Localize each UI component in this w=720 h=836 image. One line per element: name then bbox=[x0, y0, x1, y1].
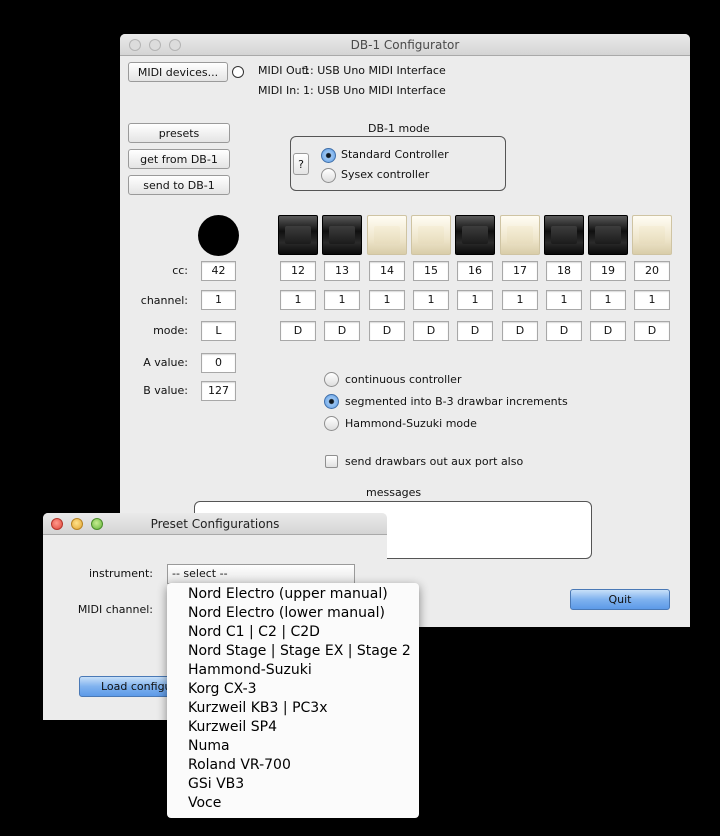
drawbar-2-channel-field[interactable]: 1 bbox=[324, 290, 360, 310]
midi-devices-button[interactable]: MIDI devices... bbox=[128, 62, 228, 82]
midi-status-indicator bbox=[232, 66, 244, 78]
drawbar-8[interactable] bbox=[588, 215, 628, 255]
standard-controller-label: Standard Controller bbox=[341, 148, 449, 161]
window-title: DB-1 Configurator bbox=[350, 38, 460, 52]
drawbar-3-mode-field[interactable]: D bbox=[369, 321, 405, 341]
dropdown-item[interactable]: Hammond-Suzuki bbox=[188, 661, 312, 680]
dropdown-item[interactable]: Voce bbox=[188, 794, 221, 813]
dropdown-item[interactable]: Kurzweil SP4 bbox=[188, 718, 277, 737]
aux-port-label: send drawbars out aux port also bbox=[345, 455, 524, 468]
preset-window-titlebar[interactable]: Preset Configurations bbox=[43, 513, 387, 535]
midi-out-label: MIDI Out: bbox=[258, 64, 310, 77]
drawbar-8-mode-field[interactable]: D bbox=[590, 321, 626, 341]
dropdown-item[interactable]: Nord C1 | C2 | C2D bbox=[188, 623, 320, 642]
b-value-label: B value: bbox=[143, 384, 188, 397]
segmented-drawbar-label: segmented into B-3 drawbar increments bbox=[345, 395, 568, 408]
a-value-field[interactable]: 0 bbox=[201, 353, 236, 373]
minimize-icon[interactable] bbox=[71, 518, 83, 530]
get-from-db1-button[interactable]: get from DB-1 bbox=[128, 149, 230, 169]
drawbar-5[interactable] bbox=[455, 215, 495, 255]
a-value-label: A value: bbox=[143, 356, 188, 369]
midi-in-label: MIDI In: bbox=[258, 84, 300, 97]
midi-out-value: 1: USB Uno MIDI Interface bbox=[303, 64, 446, 77]
drawbar-9[interactable] bbox=[632, 215, 672, 255]
standard-controller-radio[interactable] bbox=[321, 148, 336, 163]
hammond-suzuki-radio[interactable] bbox=[324, 416, 339, 431]
presets-button[interactable]: presets bbox=[128, 123, 230, 143]
master-cc-field[interactable]: 42 bbox=[201, 261, 236, 281]
continuous-controller-label: continuous controller bbox=[345, 373, 462, 386]
close-icon[interactable] bbox=[51, 518, 63, 530]
drawbar-1[interactable] bbox=[278, 215, 318, 255]
db1-mode-group: ? Standard Controller Sysex controller bbox=[290, 136, 506, 191]
drawbar-6-channel-field[interactable]: 1 bbox=[502, 290, 538, 310]
sysex-controller-label: Sysex controller bbox=[341, 168, 430, 181]
zoom-icon[interactable] bbox=[169, 39, 181, 51]
drawbar-8-channel-field[interactable]: 1 bbox=[590, 290, 626, 310]
drawbar-5-cc-field[interactable]: 16 bbox=[457, 261, 493, 281]
master-mode-field[interactable]: L bbox=[201, 321, 236, 341]
drawbar-7[interactable] bbox=[544, 215, 584, 255]
drawbar-6-mode-field[interactable]: D bbox=[502, 321, 538, 341]
minimize-icon[interactable] bbox=[149, 39, 161, 51]
drawbar-5-channel-field[interactable]: 1 bbox=[457, 290, 493, 310]
drawbar-7-cc-field[interactable]: 18 bbox=[546, 261, 582, 281]
db1-mode-title: DB-1 mode bbox=[368, 122, 430, 135]
drawbar-1-channel-field[interactable]: 1 bbox=[280, 290, 316, 310]
drawbar-4-channel-field[interactable]: 1 bbox=[413, 290, 449, 310]
instrument-dropdown-menu: Nord Electro (upper manual) Nord Electro … bbox=[167, 583, 419, 818]
drawbar-1-cc-field[interactable]: 12 bbox=[280, 261, 316, 281]
drawbar-8-cc-field[interactable]: 19 bbox=[590, 261, 626, 281]
drawbar-4-cc-field[interactable]: 15 bbox=[413, 261, 449, 281]
dropdown-item[interactable]: Roland VR-700 bbox=[188, 756, 291, 775]
drawbar-9-channel-field[interactable]: 1 bbox=[634, 290, 670, 310]
drawbar-7-mode-field[interactable]: D bbox=[546, 321, 582, 341]
help-button[interactable]: ? bbox=[293, 153, 309, 175]
instrument-select[interactable]: -- select -- bbox=[167, 564, 355, 584]
window-title: Preset Configurations bbox=[150, 517, 280, 531]
drawbar-4-mode-field[interactable]: D bbox=[413, 321, 449, 341]
drawbar-6[interactable] bbox=[500, 215, 540, 255]
drawbar-3-cc-field[interactable]: 14 bbox=[369, 261, 405, 281]
channel-label: channel: bbox=[140, 294, 188, 307]
midi-channel-label: MIDI channel: bbox=[77, 603, 153, 616]
drawbar-5-mode-field[interactable]: D bbox=[457, 321, 493, 341]
midi-in-value: 1: USB Uno MIDI Interface bbox=[303, 84, 446, 97]
drawbar-3[interactable] bbox=[367, 215, 407, 255]
instrument-label: instrument: bbox=[88, 567, 153, 580]
drawbar-1-mode-field[interactable]: D bbox=[280, 321, 316, 341]
drawbar-2-cc-field[interactable]: 13 bbox=[324, 261, 360, 281]
main-window-titlebar[interactable]: DB-1 Configurator bbox=[120, 34, 690, 56]
zoom-icon[interactable] bbox=[91, 518, 103, 530]
drawbar-2-mode-field[interactable]: D bbox=[324, 321, 360, 341]
dropdown-item[interactable]: Nord Electro (upper manual) bbox=[188, 585, 388, 604]
master-control-indicator bbox=[198, 215, 239, 256]
mode-label: mode: bbox=[153, 324, 188, 337]
drawbar-7-channel-field[interactable]: 1 bbox=[546, 290, 582, 310]
quit-button[interactable]: Quit bbox=[570, 589, 670, 610]
dropdown-item[interactable]: Numa bbox=[188, 737, 230, 756]
dropdown-item[interactable]: Nord Electro (lower manual) bbox=[188, 604, 385, 623]
drawbar-9-mode-field[interactable]: D bbox=[634, 321, 670, 341]
dropdown-item[interactable]: Korg CX-3 bbox=[188, 680, 257, 699]
send-to-db1-button[interactable]: send to DB-1 bbox=[128, 175, 230, 195]
segmented-drawbar-radio[interactable] bbox=[324, 394, 339, 409]
b-value-field[interactable]: 127 bbox=[201, 381, 236, 401]
drawbar-6-cc-field[interactable]: 17 bbox=[502, 261, 538, 281]
dropdown-item[interactable]: Nord Stage | Stage EX | Stage 2 bbox=[188, 642, 411, 661]
messages-label: messages bbox=[366, 486, 422, 499]
master-channel-field[interactable]: 1 bbox=[201, 290, 236, 310]
dropdown-item[interactable]: GSi VB3 bbox=[188, 775, 244, 794]
hammond-suzuki-label: Hammond-Suzuki mode bbox=[345, 417, 477, 430]
drawbar-9-cc-field[interactable]: 20 bbox=[634, 261, 670, 281]
continuous-controller-radio[interactable] bbox=[324, 372, 339, 387]
dropdown-item[interactable]: Kurzweil KB3 | PC3x bbox=[188, 699, 327, 718]
drawbar-3-channel-field[interactable]: 1 bbox=[369, 290, 405, 310]
drawbar-2[interactable] bbox=[322, 215, 362, 255]
cc-label: cc: bbox=[172, 264, 188, 277]
drawbar-4[interactable] bbox=[411, 215, 451, 255]
sysex-controller-radio[interactable] bbox=[321, 168, 336, 183]
aux-port-checkbox[interactable] bbox=[325, 455, 338, 468]
close-icon[interactable] bbox=[129, 39, 141, 51]
